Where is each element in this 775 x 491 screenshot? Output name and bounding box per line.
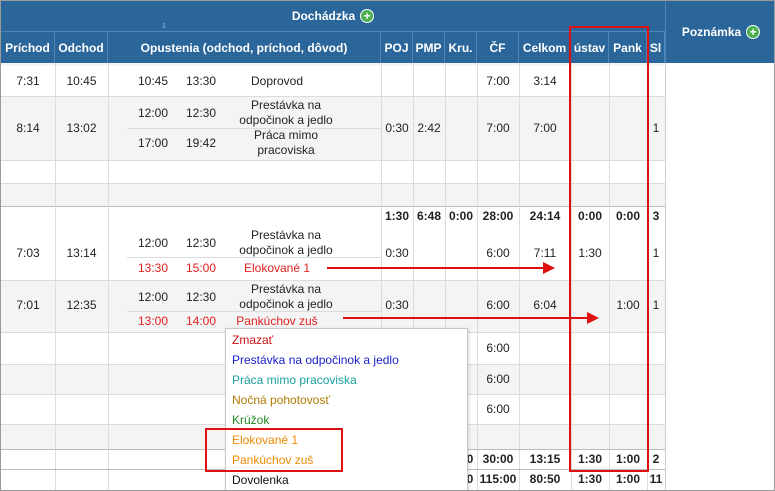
total-value: 7:00 — [533, 121, 557, 135]
notes-column[interactable] — [665, 63, 774, 490]
poj-value: 0:30 — [385, 121, 409, 135]
leave-reason[interactable]: Práca mimo pracoviska — [227, 128, 345, 158]
leave-reason[interactable]: Prestávka na odpočinok a jedlo — [227, 282, 345, 312]
col-kru[interactable]: Kru. — [445, 31, 477, 63]
total-value: 7:11 — [533, 246, 557, 260]
dropdown-item-offsite-work[interactable]: Práca mimo pracoviska — [232, 373, 357, 387]
sum-total: 24:14 — [529, 209, 561, 223]
leave-reason[interactable]: Elokované 1 — [227, 261, 327, 276]
col-leaves[interactable]: Opustenia (odchod, príchod, dôvod) — [108, 31, 381, 63]
cf-value: 6:00 — [486, 372, 510, 386]
sum-total: 80:50 — [529, 472, 561, 486]
dropdown-item-delete[interactable]: Zmazať — [232, 333, 273, 347]
dropdown-item-night-duty[interactable]: Nočná pohotovosť — [232, 393, 330, 407]
grid-line — [108, 63, 109, 490]
sl-value: 1 — [652, 246, 660, 260]
leave-reason[interactable]: Doprovod — [227, 74, 327, 89]
sum-poj: 1:30 — [384, 209, 410, 223]
leave-out-time[interactable]: 13:00 — [131, 314, 175, 329]
cf-value: 7:00 — [486, 121, 510, 135]
cf-value: 6:00 — [486, 298, 510, 312]
leave-in-time[interactable]: 12:30 — [179, 236, 223, 251]
highlight-columns-box — [569, 26, 649, 472]
sum-cf: 115:00 — [479, 472, 517, 486]
table-row — [1, 183, 665, 206]
leave-out-time[interactable]: 12:00 — [131, 290, 175, 305]
leave-out-time[interactable]: 12:00 — [131, 236, 175, 251]
leave-in-time[interactable]: 13:30 — [179, 74, 223, 89]
sum-cf: 28:00 — [482, 209, 514, 223]
sum-sl: 2 — [652, 452, 660, 466]
grid-line — [1, 160, 665, 161]
cf-value: 6:00 — [486, 246, 510, 260]
add-attendance-icon[interactable]: + — [360, 9, 375, 23]
leave-out-time[interactable]: 10:45 — [131, 74, 175, 89]
highlight-dropdown-box — [205, 428, 343, 472]
header-partial-number: 1 — [162, 23, 166, 30]
grid-line — [1, 96, 665, 97]
leave-in-time[interactable]: 14:00 — [179, 314, 223, 329]
sum-sl: 11 — [649, 472, 663, 486]
leave-out-time[interactable]: 12:00 — [131, 106, 175, 121]
dropdown-item-vacation[interactable]: Dovolenka — [232, 473, 289, 487]
add-note-icon[interactable]: + — [746, 25, 761, 39]
table-row — [1, 160, 665, 183]
arrival-time[interactable]: 7:03 — [1, 246, 55, 261]
grid-line — [1, 183, 665, 184]
cf-value: 7:00 — [486, 74, 510, 88]
leave-in-time[interactable]: 12:30 — [179, 290, 223, 305]
leave-in-time[interactable]: 12:30 — [179, 106, 223, 121]
departure-time[interactable]: 13:02 — [55, 121, 108, 136]
col-pmp[interactable]: PMP — [413, 31, 445, 63]
col-departure[interactable]: Odchod — [55, 31, 108, 63]
sum-kru: 0:00 — [448, 209, 474, 223]
col-arrival[interactable]: Príchod — [1, 31, 55, 63]
leave-in-time[interactable]: 19:42 — [179, 136, 223, 151]
leave-in-time[interactable]: 15:00 — [179, 261, 223, 276]
arrival-time[interactable]: 7:01 — [1, 298, 55, 313]
sl-value: 1 — [652, 121, 660, 135]
cf-value: 6:00 — [486, 402, 510, 416]
sum-total: 13:15 — [529, 452, 561, 466]
sum-pank: 1:00 — [615, 472, 641, 486]
attendance-table: Dochádzka + Poznámka + Príchod Odchod Op… — [0, 0, 775, 491]
leave-reason[interactable]: Prestávka na odpočinok a jedlo — [227, 98, 345, 128]
arrival-time[interactable]: 7:31 — [1, 74, 55, 89]
grid-line — [1, 280, 665, 281]
sum-pmp: 6:48 — [416, 209, 442, 223]
col-sl[interactable]: Sl — [647, 31, 665, 63]
section-title: Dochádzka — [291, 9, 356, 23]
leave-reason[interactable]: Prestávka na odpočinok a jedlo — [227, 228, 345, 258]
sum-cf: 30:00 — [482, 452, 514, 466]
dropdown-item-club[interactable]: Krúžok — [232, 413, 269, 427]
col-total[interactable]: Celkom — [519, 31, 571, 63]
leave-out-time[interactable]: 17:00 — [131, 136, 175, 151]
poj-value: 0:30 — [385, 246, 409, 260]
leave-reason[interactable]: Pankúchov zuš — [227, 314, 327, 329]
arrival-time[interactable]: 8:14 — [1, 121, 55, 136]
sum-sl: 3 — [652, 209, 660, 223]
dropdown-item-break[interactable]: Prestávka na odpočinok a jedlo — [232, 353, 399, 367]
sl-value: 1 — [652, 298, 660, 312]
col-poj[interactable]: POJ — [381, 31, 413, 63]
departure-time[interactable]: 13:14 — [55, 246, 108, 261]
total-value: 6:04 — [533, 298, 557, 312]
pmp-value: 2:42 — [417, 121, 441, 135]
total-value: 3:14 — [533, 74, 557, 88]
col-cf[interactable]: ČF — [477, 31, 519, 63]
departure-time[interactable]: 10:45 — [55, 74, 108, 89]
sum-ustav: 1:30 — [577, 472, 603, 486]
poj-value: 0:30 — [385, 298, 409, 312]
cf-value: 6:00 — [486, 341, 510, 355]
section-header: Dochádzka + — [1, 1, 665, 31]
annotation-arrow — [343, 317, 589, 319]
annotation-arrow — [327, 267, 545, 269]
note-header: Poznámka + — [665, 1, 774, 63]
annotation-arrowhead — [543, 262, 555, 274]
leave-out-time[interactable]: 13:30 — [131, 261, 175, 276]
note-title: Poznámka — [681, 25, 742, 39]
annotation-arrowhead — [587, 312, 599, 324]
departure-time[interactable]: 12:35 — [55, 298, 108, 313]
